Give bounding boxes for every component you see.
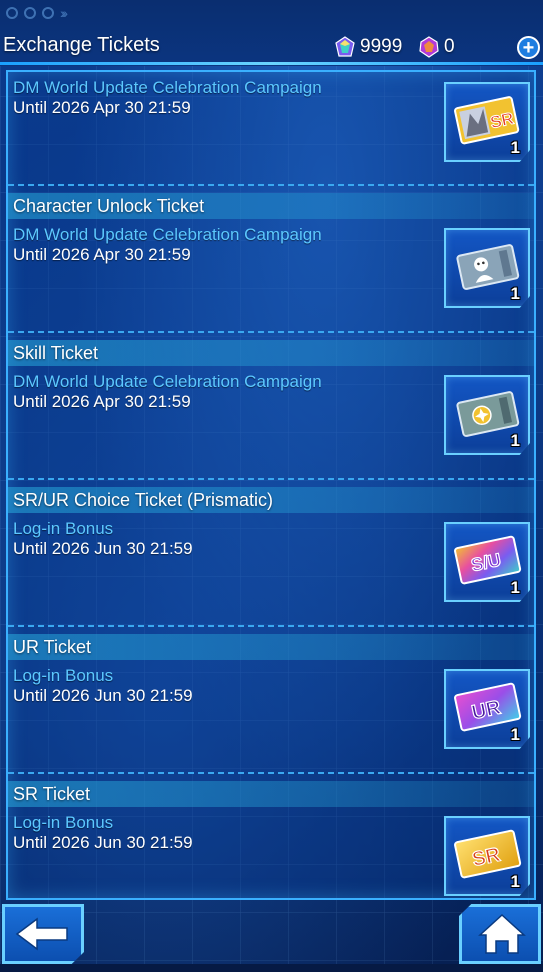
entry-source: DM World Update Celebration Campaign bbox=[13, 372, 322, 391]
entry-title: Character Unlock Ticket bbox=[8, 193, 534, 219]
top-bar: ››› Exchange Tickets 9999 0 + bbox=[0, 0, 543, 66]
entry-source: DM World Update Celebration Campaign bbox=[13, 78, 322, 97]
home-button[interactable] bbox=[459, 904, 541, 964]
bottom-strip bbox=[0, 964, 543, 972]
entry-until: Until 2026 Apr 30 21:59 bbox=[13, 245, 191, 264]
entry-until: Until 2026 Apr 30 21:59 bbox=[13, 98, 191, 117]
ticket-button[interactable]: SR 1 bbox=[444, 82, 530, 162]
ticket-count: 1 bbox=[510, 725, 520, 744]
entry-source: DM World Update Celebration Campaign bbox=[13, 225, 322, 244]
ticket-count: 1 bbox=[510, 138, 520, 157]
ticket-button[interactable]: 1 bbox=[444, 228, 530, 308]
list-item-sr-ticket: SR Ticket Log-in Bonus Until 2026 Jun 30… bbox=[8, 781, 534, 898]
entry-divider bbox=[8, 478, 534, 480]
header-divider bbox=[0, 62, 543, 65]
entry-divider bbox=[8, 772, 534, 774]
list-item-character-unlock-ticket: Character Unlock Ticket DM World Update … bbox=[8, 193, 534, 340]
gem-icon bbox=[335, 36, 355, 57]
ticket-count: 1 bbox=[510, 872, 520, 891]
entry-divider bbox=[8, 331, 534, 333]
special-gem-count: 0 bbox=[444, 36, 455, 57]
entry-until: Until 2026 Jun 30 21:59 bbox=[13, 833, 193, 852]
entry-until: Until 2026 Jun 30 21:59 bbox=[13, 539, 193, 558]
gem-count: 9999 bbox=[360, 36, 403, 57]
entry-source: Log-in Bonus bbox=[13, 519, 114, 538]
entry-until: Until 2026 Jun 30 21:59 bbox=[13, 686, 193, 705]
entry-source: Log-in Bonus bbox=[13, 813, 114, 832]
back-button[interactable] bbox=[2, 904, 84, 964]
entry-title: SR/UR Choice Ticket (Prismatic) bbox=[8, 487, 534, 513]
ticket-button[interactable]: SR 1 bbox=[444, 816, 530, 896]
list-item-sr-ur-choice-ticket: SR/UR Choice Ticket (Prismatic) Log-in B… bbox=[8, 487, 534, 634]
topbar-decoration: ››› bbox=[6, 4, 68, 22]
entry-title: Skill Ticket bbox=[8, 340, 534, 366]
ticket-button[interactable]: 1 bbox=[444, 375, 530, 455]
home-icon bbox=[478, 913, 526, 954]
page-title: Exchange Tickets bbox=[3, 34, 160, 56]
ticket-count: 1 bbox=[510, 578, 520, 597]
special-gem-icon bbox=[419, 36, 439, 58]
entry-title: UR Ticket bbox=[8, 634, 534, 660]
add-gems-button[interactable]: + bbox=[517, 36, 540, 59]
gem-counter: 9999 bbox=[334, 36, 402, 58]
ticket-button[interactable]: UR 1 bbox=[444, 669, 530, 749]
entry-source: Log-in Bonus bbox=[13, 666, 114, 685]
entry-divider bbox=[8, 184, 534, 186]
ticket-list-panel[interactable]: DM World Update Celebration Campaign Unt… bbox=[6, 70, 536, 900]
back-arrow-icon bbox=[15, 917, 68, 951]
list-item-skill-ticket: Skill Ticket DM World Update Celebration… bbox=[8, 340, 534, 487]
special-gem-counter: 0 bbox=[418, 36, 455, 58]
entry-divider bbox=[8, 625, 534, 627]
ticket-count: 1 bbox=[510, 284, 520, 303]
ticket-count: 1 bbox=[510, 431, 520, 450]
plus-icon: + bbox=[522, 36, 535, 59]
entry-until: Until 2026 Apr 30 21:59 bbox=[13, 392, 191, 411]
list-item-ur-ticket: UR Ticket Log-in Bonus Until 2026 Jun 30… bbox=[8, 634, 534, 781]
entry-title: SR Ticket bbox=[8, 781, 534, 807]
ticket-button[interactable]: S/U 1 bbox=[444, 522, 530, 602]
